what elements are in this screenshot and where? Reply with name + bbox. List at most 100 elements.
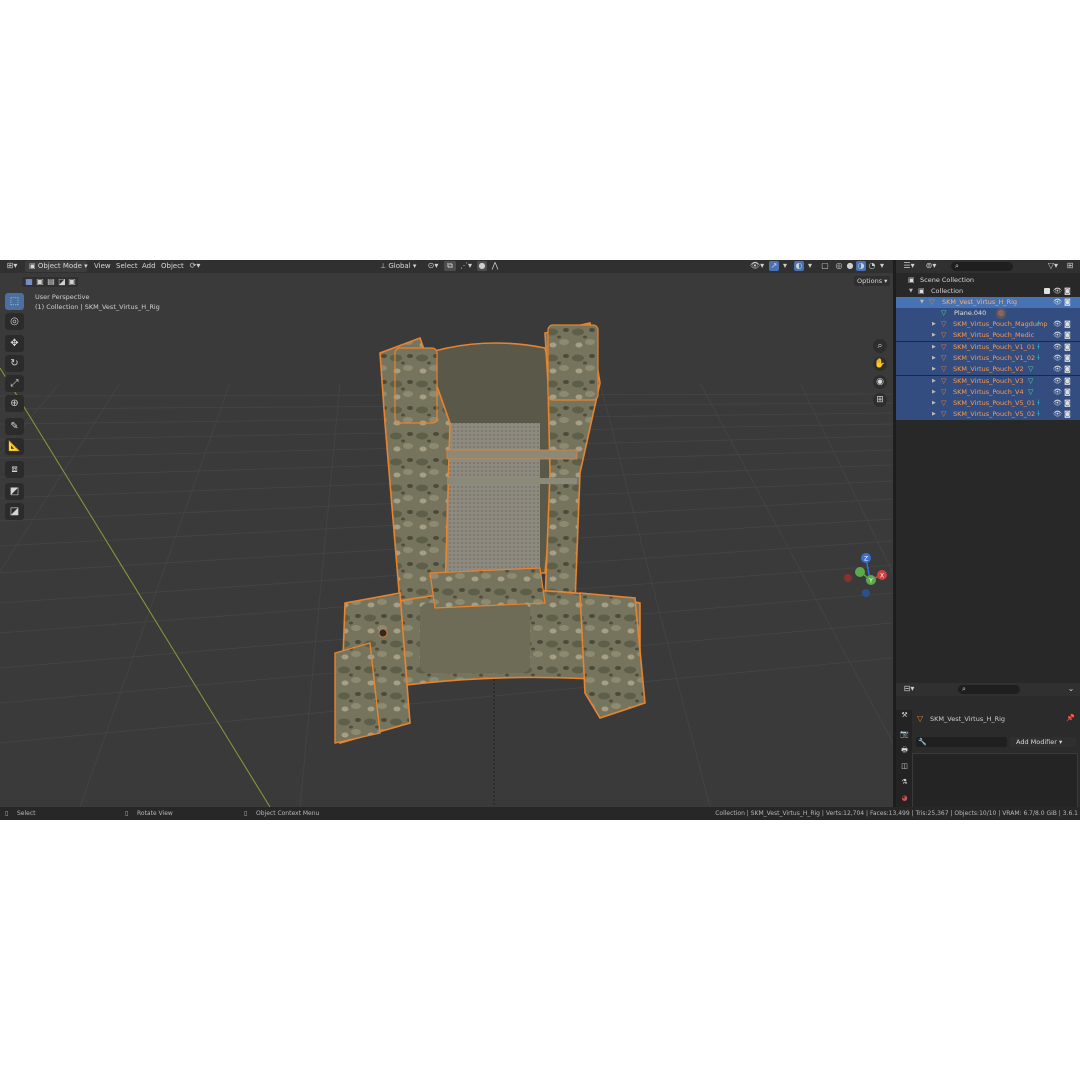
visibility-eye-icon[interactable]: 👁 (1053, 342, 1062, 353)
expand-triangle-icon[interactable]: ▶ (932, 409, 936, 420)
snap-menu-icon[interactable]: ⟳▾ (187, 261, 203, 271)
visibility-eye-icon[interactable]: 👁 (1053, 319, 1062, 330)
new-collection-icon[interactable]: ⊞ (1064, 261, 1076, 271)
display-mode-icon[interactable]: ⊚▾ (922, 261, 940, 271)
snap-toggle-icon[interactable]: ⧉ (444, 261, 456, 271)
rendered-shading-icon[interactable]: ◔ (867, 261, 877, 271)
bevel-tool-icon[interactable]: ◩ (5, 483, 24, 500)
select-box-tool-icon[interactable]: ⬚ (5, 293, 24, 310)
camera-view-icon[interactable]: ◉ (873, 375, 887, 389)
vest-model[interactable] (334, 322, 646, 745)
visibility-eye-icon[interactable]: 👁 (1053, 376, 1062, 387)
outliner-item-pouch[interactable]: ▶ ▽ SKM_Virtus_Pouch_V1_01 ɫ 👁 ◙ (896, 341, 1080, 353)
expand-triangle-icon[interactable]: ▶ (932, 376, 936, 387)
menu-view[interactable]: View (94, 261, 111, 272)
outliner-item-pouch[interactable]: ▶ ▽ SKM_Virtus_Pouch_Medic 👁 ◙ (896, 330, 1080, 342)
render-camera-icon[interactable]: ◙ (1064, 387, 1071, 398)
expand-triangle-icon[interactable]: ▼ (920, 297, 924, 308)
outliner-item-pouch[interactable]: ▶ ▽ SKM_Virtus_Pouch_Magdump ɫ 👁 ◙ (896, 319, 1080, 330)
collection-row[interactable]: ▼ ▣ Collection 👁 ◙ (896, 286, 1080, 297)
render-camera-icon[interactable]: ◙ (1064, 353, 1071, 364)
properties-search-input[interactable]: ⌕ (958, 685, 1020, 694)
wireframe-shading-icon[interactable]: ◎ (834, 261, 844, 271)
render-camera-icon[interactable]: ◙ (1064, 297, 1071, 308)
falloff-icon[interactable]: ⋀ (489, 261, 501, 271)
cursor-tool-icon[interactable]: ◎ (5, 313, 24, 330)
outliner-item-pouch[interactable]: ▶ ▽ SKM_Virtus_Pouch_V4 ▽ 👁 ◙ (896, 386, 1080, 398)
visibility-eye-icon[interactable]: 👁 (1053, 387, 1062, 398)
properties-editor-type-icon[interactable]: ⊟▾ (900, 684, 918, 694)
measure-tool-icon[interactable]: 📐 (5, 438, 24, 455)
expand-triangle-icon[interactable]: ▶ (932, 319, 936, 330)
options-dropdown[interactable]: Options ▾ (854, 276, 891, 286)
exclude-checkbox[interactable] (1044, 288, 1050, 294)
xray-toggle-icon[interactable]: ▢ (820, 261, 830, 271)
output-tab-icon[interactable]: 🖶 (899, 745, 910, 756)
render-camera-icon[interactable]: ◙ (1064, 342, 1071, 353)
editor-type-icon[interactable]: ⊞▾ (4, 261, 20, 271)
render-camera-icon[interactable]: ◙ (1064, 376, 1071, 387)
options-chevron-icon[interactable]: ⌄ (1066, 684, 1076, 694)
3d-viewport[interactable]: Z Y X User Perspective (1) Collection | … (0, 273, 893, 807)
select-subtract-icon[interactable]: ▤ (46, 277, 56, 287)
outliner-item-pouch[interactable]: ▶ ▽ SKM_Virtus_Pouch_V3 ▽ 👁 ◙ (896, 375, 1080, 387)
visibility-eye-icon[interactable]: 👁 (1053, 409, 1062, 420)
add-modifier-dropdown[interactable]: Add Modifier ▾ (1010, 737, 1076, 747)
pivot-icon[interactable]: ⊙▾ (425, 261, 441, 271)
visibility-eye-icon[interactable]: 👁 (1053, 286, 1062, 297)
expand-triangle-icon[interactable]: ▶ (932, 342, 936, 353)
material-shading-icon[interactable]: ◑ (856, 261, 866, 271)
tool-tab-icon[interactable]: ⚒ (899, 710, 910, 721)
outliner-item-rig[interactable]: ▼ ▽ SKM_Vest_Virtus_H_Rig 👁 ◙ (896, 297, 1080, 308)
expand-triangle-icon[interactable]: ▶ (932, 353, 936, 364)
expand-triangle-icon[interactable]: ▼ (909, 286, 913, 297)
select-new-icon[interactable]: ▦ (24, 277, 34, 287)
render-camera-icon[interactable]: ◙ (1064, 364, 1071, 375)
visibility-eye-icon[interactable]: 👁 (1053, 330, 1062, 341)
view-layer-tab-icon[interactable]: ◫ (899, 761, 910, 772)
outliner-item-pouch[interactable]: ▶ ▽ SKM_Virtus_Pouch_V2 ▽ 👁 ◙ (896, 364, 1080, 376)
perspective-toggle-icon[interactable]: ⊞ (873, 393, 887, 407)
render-camera-icon[interactable]: ◙ (1064, 286, 1071, 297)
select-intersect-icon[interactable]: ▣ (67, 277, 77, 287)
expand-triangle-icon[interactable]: ▶ (932, 398, 936, 409)
add-cube-tool-icon[interactable]: ⧈ (5, 461, 24, 478)
shading-dropdown-icon[interactable]: ▾ (878, 261, 886, 271)
menu-add[interactable]: Add (142, 261, 156, 272)
select-extend-icon[interactable]: ▣ (35, 277, 45, 287)
snap-target-icon[interactable]: ⋰▾ (459, 261, 473, 271)
render-camera-icon[interactable]: ◙ (1064, 409, 1071, 420)
extrude-tool-icon[interactable]: ◪ (5, 503, 24, 520)
visibility-eye-icon[interactable]: 👁 (1053, 353, 1062, 364)
solid-shading-icon[interactable]: ● (845, 261, 855, 271)
mode-dropdown[interactable]: ▣ Object Mode ▾ (25, 261, 88, 272)
scale-tool-icon[interactable]: ⤢ (5, 375, 24, 392)
render-camera-icon[interactable]: ◙ (1064, 398, 1071, 409)
outliner-search-input[interactable]: ⌕ (951, 262, 1013, 271)
outliner-item-pouch[interactable]: ▶ ▽ SKM_Virtus_Pouch_V5_02 ɫ 👁 ◙ (896, 409, 1080, 421)
visibility-eye-icon[interactable]: 👁 (1053, 398, 1062, 409)
pan-hand-icon[interactable]: ✋ (873, 357, 887, 371)
render-camera-icon[interactable]: ◙ (1064, 330, 1071, 341)
outliner-editor-type-icon[interactable]: ☰▾ (900, 261, 918, 271)
expand-triangle-icon[interactable]: ▶ (932, 387, 936, 398)
expand-triangle-icon[interactable]: ▶ (932, 364, 936, 375)
pin-icon[interactable]: 📌 (1066, 714, 1075, 722)
overlay-dropdown-icon[interactable]: ▾ (806, 261, 814, 271)
transform-tool-icon[interactable]: ⊕ (5, 395, 24, 412)
visibility-filter-icon[interactable]: 👁▾ (748, 261, 766, 271)
rotate-tool-icon[interactable]: ↻ (5, 355, 24, 372)
gizmo-toggle-icon[interactable]: ↗ (769, 261, 779, 271)
overlay-toggle-icon[interactable]: ◐ (794, 261, 804, 271)
gizmo-dropdown-icon[interactable]: ▾ (781, 261, 789, 271)
render-tab-icon[interactable]: 📷 (899, 729, 910, 740)
transform-orientation-dropdown[interactable]: ⊥ Global ▾ (376, 261, 420, 272)
filter-icon[interactable]: ▽▾ (1046, 261, 1060, 271)
modifier-name-field[interactable]: 🔧 (916, 737, 1007, 747)
expand-triangle-icon[interactable]: ▶ (932, 330, 936, 341)
proportional-edit-icon[interactable]: ● (477, 261, 487, 271)
render-camera-icon[interactable]: ◙ (1064, 319, 1071, 330)
scene-tab-icon[interactable]: ⚗ (899, 777, 910, 788)
outliner-item-plane[interactable]: ▽ Plane.040 ◍ (896, 308, 1080, 319)
zoom-icon[interactable]: ⌕ (873, 339, 887, 353)
